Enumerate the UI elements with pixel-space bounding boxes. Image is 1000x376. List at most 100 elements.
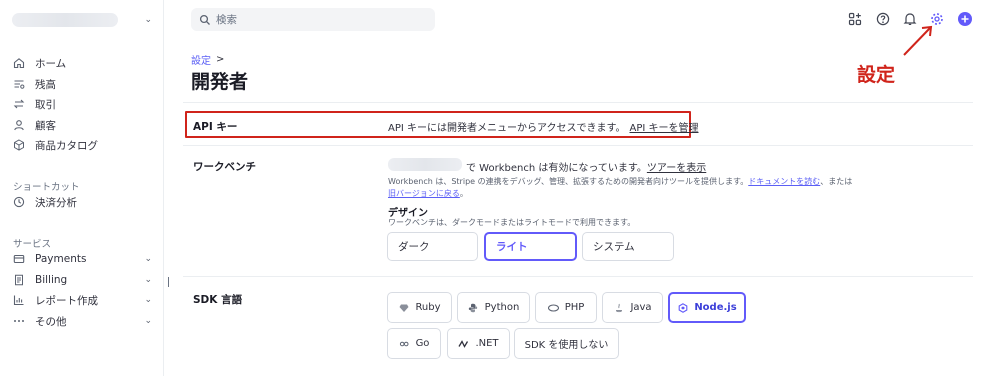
account-switcher[interactable]: ⌄ [12,10,152,30]
sidebar-item-label: 取引 [35,98,56,111]
api-keys-description: API キーには開発者メニューからアクセスできます。 API キーを管理 [388,119,699,134]
view-tour-link[interactable]: ツアーを表示 [647,163,706,174]
sidebar-item-label: Payments [35,253,87,265]
sdk-option-label: PHP [564,302,585,313]
sdk-option-label: Python [484,302,520,313]
account-name-redacted [12,13,118,27]
breadcrumb-settings-link[interactable]: 設定 [191,52,211,67]
search-input[interactable]: 検索 [191,8,435,31]
design-option-label: ダーク [398,241,430,253]
sdk-option-label: Node.js [694,302,737,313]
sidebar: ⌄ ホーム 残高 取引 顧客 商品カタログ ショートカット 決済分析 サービス … [0,0,164,376]
annotation-label: 設定 [857,64,896,86]
sdk-option-label: .NET [475,338,499,349]
breadcrumb: 設定 > [191,52,224,67]
java-icon [613,302,624,313]
sidebar-item-home[interactable]: ホーム [12,54,152,72]
workbench-status: で Workbench は有効になっています。ツアーを表示 [466,159,706,174]
sidebar-item-label: ホーム [35,57,67,70]
search-placeholder: 検索 [216,14,237,26]
create-icon[interactable] [957,11,973,27]
breadcrumb-separator: > [216,54,225,65]
ruby-icon [398,302,409,313]
shortcuts-section-title: ショートカット [13,182,80,193]
sidebar-item-label: Billing [35,274,68,286]
sidebar-item-more[interactable]: その他 ⌄ [12,312,152,330]
sdk-option-python[interactable]: Python [457,292,530,323]
sidebar-item-label: 残高 [35,78,56,91]
sdk-option-go[interactable]: Go [387,328,441,359]
sidebar-item-label: 決済分析 [35,196,77,209]
workbench-description-mid: 、または [820,177,853,186]
chevron-down-icon: ⌄ [144,275,152,285]
billing-icon [12,273,26,287]
sidebar-item-transactions[interactable]: 取引 [12,95,152,113]
sdk-option-dotnet[interactable]: .NET [447,328,510,359]
sidebar-item-label: 商品カタログ [35,139,98,152]
workbench-status-text: で Workbench は有効になっています。 [466,163,647,174]
sdk-option-label: SDK を使用しない [524,340,609,351]
sdk-option-label: Ruby [415,302,441,313]
home-icon [12,56,26,70]
python-icon [468,302,479,313]
design-option-label: システム [593,241,635,253]
design-option-label: ライト [496,241,528,253]
balance-icon [12,77,26,91]
design-option-light[interactable]: ライト [484,232,577,261]
sdk-option-label: Java [630,302,652,313]
customers-icon [12,118,26,132]
sdk-language-label: SDK 言語 [193,294,243,306]
design-option-dark[interactable]: ダーク [387,232,478,261]
design-option-system[interactable]: システム [582,232,674,261]
design-description: ワークベンチは、ダークモードまたはライトモードで利用できます。 [388,218,636,227]
sidebar-item-balances[interactable]: 残高 [12,75,152,93]
sidebar-resize-handle[interactable] [168,277,169,287]
services-section-title: サービス [13,239,52,250]
sdk-option-ruby[interactable]: Ruby [387,292,452,323]
transactions-icon [12,97,26,111]
help-icon[interactable] [875,11,891,27]
annotation-arrow-icon [903,25,933,56]
sidebar-item-product-catalog[interactable]: 商品カタログ [12,136,152,154]
workbench-description-text: Workbench は、Stripe の連携をデバッグ、管理、拡張するための開発… [388,177,749,186]
chevron-down-icon: ⌄ [144,15,152,25]
sdk-option-label: Go [415,338,430,349]
payment-analytics-icon [12,195,26,209]
sdk-option-php[interactable]: PHP [535,292,597,323]
nodejs-icon [677,302,688,313]
sidebar-item-label: 顧客 [35,119,56,132]
sdk-option-java[interactable]: Java [602,292,663,323]
product-catalog-icon [12,138,26,152]
apps-icon[interactable] [847,11,863,27]
sidebar-item-customers[interactable]: 顧客 [12,116,152,134]
php-icon [547,302,559,313]
read-docs-link[interactable]: ドキュメントを読む [748,177,820,186]
divider [183,102,973,103]
manage-api-keys-link[interactable]: API キーを管理 [630,123,699,134]
divider [183,145,973,146]
sidebar-item-label: レポート作成 [35,294,98,307]
sidebar-item-reporting[interactable]: レポート作成 ⌄ [12,291,152,309]
sdk-option-none[interactable]: SDK を使用しない [514,328,619,359]
payments-icon [12,252,26,266]
chevron-down-icon: ⌄ [144,254,152,264]
revert-old-version-link[interactable]: 旧バージョンに戻る [388,189,460,198]
reporting-icon [12,293,26,307]
workbench-description: Workbench は、Stripe の連携をデバッグ、管理、拡張するための開発… [388,176,868,199]
chevron-down-icon: ⌄ [144,316,152,326]
divider [183,276,973,277]
go-icon [399,338,410,349]
page-title: 開発者 [191,71,249,93]
workbench-description-end: 。 [459,188,468,198]
more-icon [12,314,26,328]
dotnet-icon [458,338,469,349]
workbench-label: ワークベンチ [193,161,256,173]
sidebar-item-payments[interactable]: Payments ⌄ [12,250,152,268]
sidebar-item-billing[interactable]: Billing ⌄ [12,271,152,289]
sidebar-item-label: その他 [35,315,67,328]
search-icon [199,14,210,25]
api-keys-text: API キーには開発者メニューからアクセスできます。 [388,123,626,134]
sidebar-item-payment-analytics[interactable]: 決済分析 [12,193,152,211]
chevron-down-icon: ⌄ [144,295,152,305]
sdk-option-nodejs[interactable]: Node.js [668,292,746,323]
